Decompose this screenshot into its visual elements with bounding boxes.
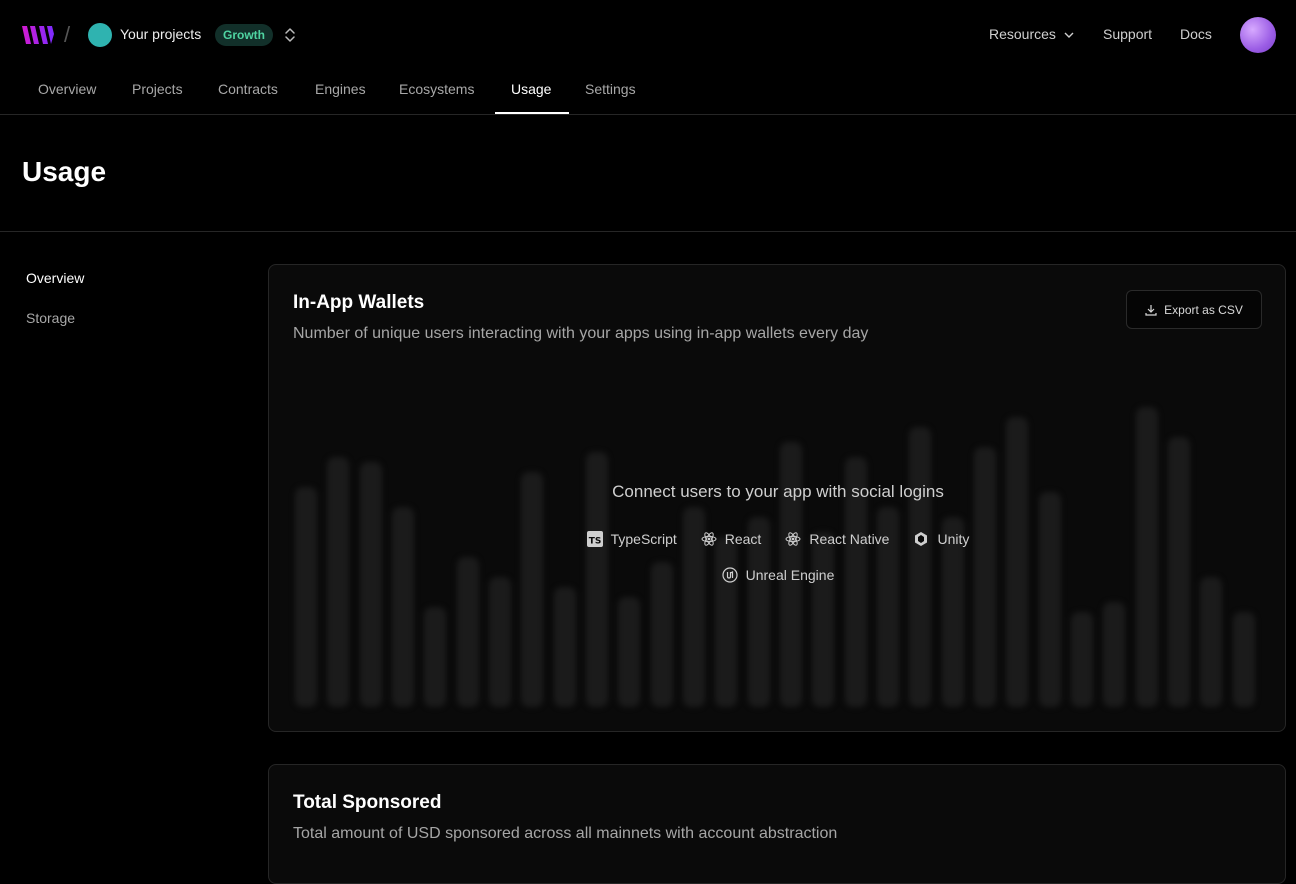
card-title: Total Sponsored [293, 792, 442, 813]
support-link[interactable]: Support [1103, 26, 1152, 42]
sdk-unreal-engine-link[interactable]: Unreal Engine [722, 567, 835, 583]
team-avatar[interactable] [88, 23, 112, 47]
in-app-wallets-card: In-App Wallets Number of unique users in… [268, 264, 1286, 732]
tab-contracts[interactable]: Contracts [218, 81, 278, 115]
sdk-react-link[interactable]: React [701, 531, 762, 547]
docs-link[interactable]: Docs [1180, 26, 1212, 42]
chevron-down-icon [1064, 32, 1074, 39]
react-icon [701, 532, 717, 546]
tab-usage[interactable]: Usage [511, 81, 551, 115]
typescript-icon: TS [586, 531, 603, 547]
sdk-label: Unity [937, 531, 970, 547]
sdk-list: TS TypeScript React React Native Unity [269, 531, 1285, 547]
sdk-react-native-link[interactable]: React Native [785, 531, 889, 547]
plan-badge: Growth [215, 24, 273, 46]
resources-menu[interactable]: Resources [989, 26, 1074, 42]
page-title: Usage [22, 156, 107, 187]
tab-ecosystems[interactable]: Ecosystems [399, 81, 474, 115]
total-sponsored-card: Total Sponsored Total amount of USD spon… [268, 764, 1286, 884]
empty-state: Connect users to your app with social lo… [269, 265, 1285, 731]
thirdweb-logo-icon[interactable] [22, 25, 54, 45]
main-tabs: Overview Projects Contracts Engines Ecos… [0, 70, 1296, 115]
active-tab-indicator [495, 112, 569, 114]
sdk-label: React Native [809, 531, 890, 547]
sdk-list-row-2: Unreal Engine [269, 567, 1285, 583]
unity-icon [915, 532, 928, 546]
sdk-unity-link[interactable]: Unity [913, 531, 969, 547]
sidebar-item-overview[interactable]: Overview [26, 270, 84, 286]
svg-text:TS: TS [588, 537, 601, 547]
resources-label: Resources [989, 26, 1056, 42]
unreal-engine-icon [722, 567, 738, 583]
top-bar: / Your projects Growth Resources Support… [0, 0, 1296, 70]
tab-overview[interactable]: Overview [38, 81, 96, 115]
team-name[interactable]: Your projects [120, 26, 201, 42]
card-description: Total amount of USD sponsored across all… [293, 825, 838, 842]
tab-settings[interactable]: Settings [585, 81, 636, 115]
breadcrumb-separator: / [64, 22, 71, 47]
sdk-label: TypeScript [610, 531, 677, 547]
sdk-label: Unreal Engine [745, 567, 835, 583]
sdk-label: React [724, 531, 762, 547]
empty-state-title: Connect users to your app with social lo… [612, 482, 944, 501]
user-avatar[interactable] [1240, 17, 1276, 53]
sdk-typescript-link[interactable]: TS TypeScript [586, 531, 677, 547]
chevron-up-down-icon[interactable] [281, 25, 299, 45]
tab-projects[interactable]: Projects [132, 81, 183, 115]
title-divider [0, 231, 1296, 232]
tab-engines[interactable]: Engines [315, 81, 366, 115]
sidebar-item-storage[interactable]: Storage [26, 310, 75, 326]
react-native-icon [785, 532, 801, 546]
